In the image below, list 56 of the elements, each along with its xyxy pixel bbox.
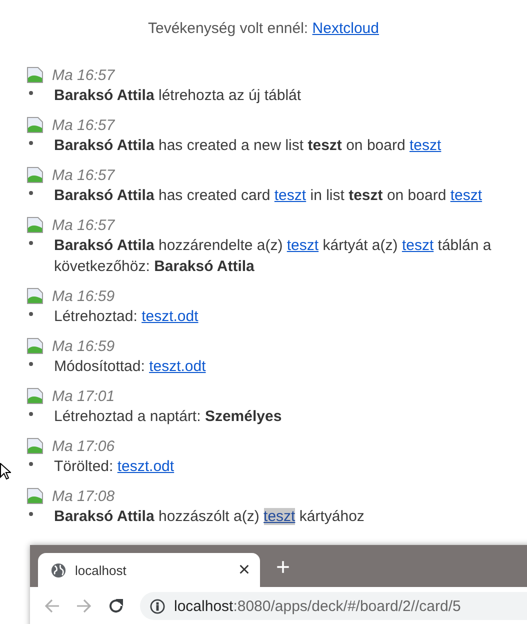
bullet-icon <box>29 141 33 145</box>
url-text: localhost:8080/apps/deck/#/board/2//card/5 <box>174 598 461 614</box>
bullet-icon <box>29 91 33 95</box>
activity-text: Baraksó Attila has created card teszt in list teszt on board teszt <box>54 186 482 206</box>
activity-time: Ma 17:06 <box>52 438 115 454</box>
bullet-icon <box>29 312 33 316</box>
link[interactable]: teszt.odt <box>142 308 198 325</box>
link[interactable]: teszt.odt <box>149 358 206 375</box>
activity-time: Ma 16:59 <box>52 288 115 304</box>
link[interactable]: teszt <box>450 187 482 204</box>
activity-text: Baraksó Attila has created a new list teszt on board teszt <box>54 136 442 156</box>
activity-text: Baraksó Attila hozzászólt a(z) teszt kártyához <box>54 507 364 527</box>
activity-time: Ma 16:57 <box>52 66 115 84</box>
broken-image-icon <box>27 117 43 133</box>
broken-image-icon <box>27 67 43 83</box>
activity-text: Baraksó Attila hozzárendelte a(z) teszt kártyát a(z) teszt táblán a következőhöz: Baraksó Attila <box>54 236 492 277</box>
new-tab-button[interactable]: + <box>276 554 290 582</box>
broken-image-icon <box>27 167 43 183</box>
link[interactable]: teszt <box>286 237 319 254</box>
broken-image-icon <box>27 338 43 354</box>
activity-text: Módosítottad: teszt.odt <box>54 357 206 377</box>
close-tab-button[interactable]: × <box>238 558 250 582</box>
bullet-icon <box>29 191 33 195</box>
link[interactable]: teszt <box>264 508 296 525</box>
link[interactable]: teszt <box>274 187 306 204</box>
link[interactable]: teszt.odt <box>117 458 174 475</box>
nextcloud-link[interactable]: Nextcloud <box>312 20 379 37</box>
globe-icon <box>51 562 66 578</box>
browser-tab[interactable]: localhost × <box>38 553 260 587</box>
tab-title: localhost <box>75 562 128 578</box>
info-icon <box>150 598 165 614</box>
address-field[interactable]: localhost:8080/apps/deck/#/board/2//card/5 <box>140 592 527 620</box>
broken-image-icon <box>27 488 43 504</box>
broken-image-icon <box>27 288 43 304</box>
activity-time: Ma 17:01 <box>52 388 115 404</box>
bullet-icon <box>29 241 33 245</box>
broken-image-icon <box>27 438 43 454</box>
header-text: Tevékenység volt ennél: Nextcloud <box>147 19 380 37</box>
broken-image-icon <box>27 388 43 404</box>
activity-time: Ma 16:57 <box>52 116 115 134</box>
activity-text: Létrehoztad a naptárt: Személyes <box>54 407 282 427</box>
bullet-icon <box>29 412 33 416</box>
bullet-icon <box>29 462 33 466</box>
activity-text: Törölted: teszt.odt <box>54 457 174 477</box>
link[interactable]: teszt <box>402 237 434 254</box>
activity-time: Ma 16:57 <box>52 166 115 184</box>
activity-time: Ma 17:08 <box>52 488 115 504</box>
broken-image-icon <box>27 217 43 233</box>
activity-text: Létrehoztad: teszt.odt <box>54 307 198 327</box>
activity-time: Ma 16:57 <box>52 216 115 234</box>
bullet-icon <box>29 512 33 516</box>
link[interactable]: teszt <box>409 137 442 154</box>
bullet-icon <box>29 362 33 366</box>
activity-time: Ma 16:59 <box>52 338 115 354</box>
activity-text: Baraksó Attila létrehozta az új táblát <box>54 86 302 106</box>
reload-icon[interactable] <box>108 598 124 614</box>
